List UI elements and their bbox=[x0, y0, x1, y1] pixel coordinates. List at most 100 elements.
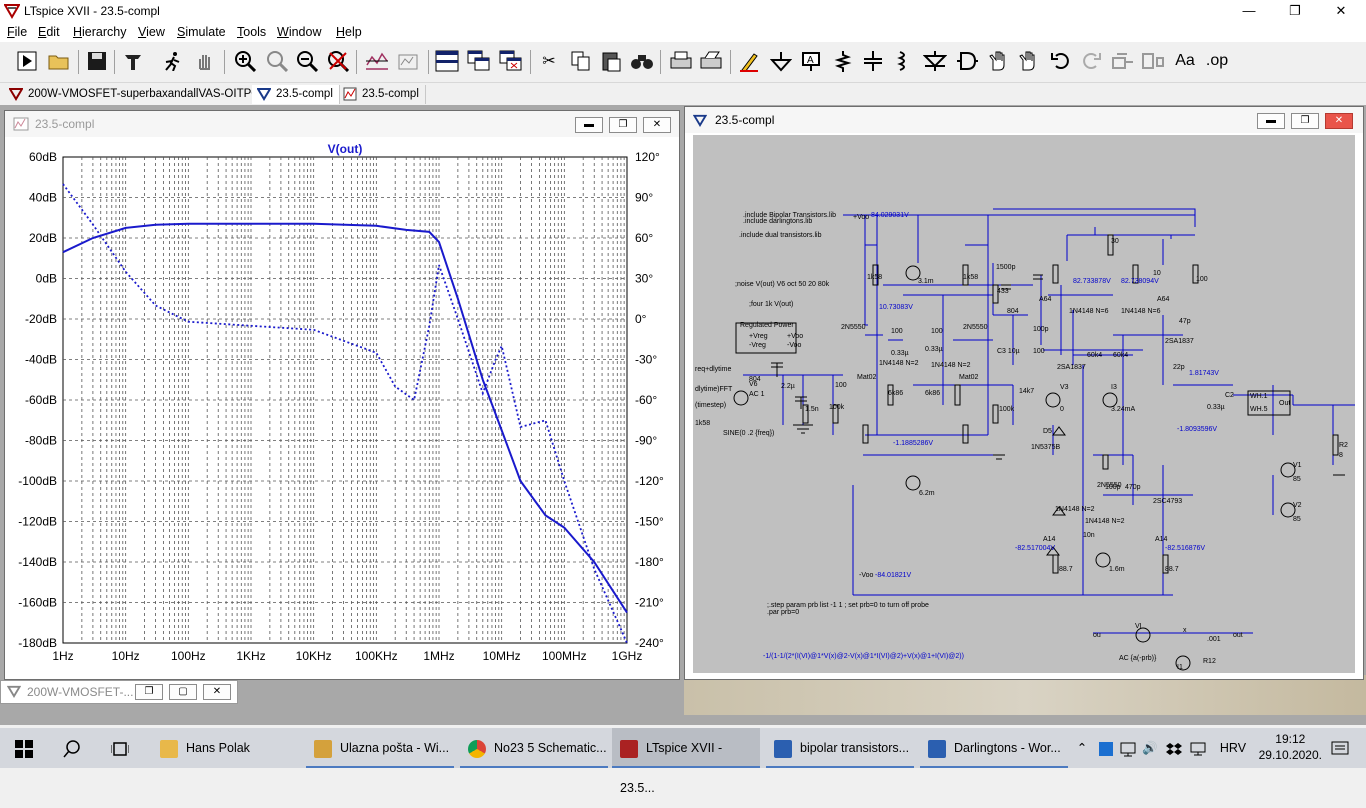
window-minimize-button[interactable]: ▬ bbox=[1257, 113, 1285, 129]
volume-icon[interactable]: 🔊 bbox=[1140, 728, 1160, 768]
show-hidden-icons-button[interactable]: ⌃ bbox=[1072, 728, 1092, 768]
tab-label: 200W-VMOSFET-superbaxandallVAS-OITPC bbox=[28, 88, 260, 100]
maximize-button[interactable]: ❐ bbox=[1272, 0, 1318, 22]
waveform-window: 23.5-compl ▬ ❐ ✕ V(out) 60dB 40dB 20dB 0dB -… bbox=[4, 110, 680, 680]
waveform-icon[interactable] bbox=[396, 48, 422, 74]
tab-200w-vmosfet[interactable]: 200W-VMOSFET-superbaxandallVAS-OITPC bbox=[4, 85, 267, 104]
menu-tools[interactable]: Tools bbox=[237, 25, 266, 39]
open-icon[interactable] bbox=[46, 48, 72, 74]
menu-edit[interactable]: Edit bbox=[38, 25, 60, 39]
taskbar-item-explorer[interactable]: Hans Polak bbox=[152, 728, 308, 768]
svg-text:1.81743V: 1.81743V bbox=[1189, 370, 1219, 377]
close-windows-icon[interactable] bbox=[498, 48, 524, 74]
menu-view[interactable]: View bbox=[138, 25, 165, 39]
diode-icon[interactable] bbox=[922, 48, 948, 74]
minimize-button[interactable]: — bbox=[1226, 0, 1272, 22]
cut-icon[interactable]: ✂ bbox=[536, 48, 562, 74]
search-button[interactable] bbox=[48, 728, 96, 768]
display-icon[interactable] bbox=[1188, 728, 1208, 768]
minimized-window[interactable]: 200W-VMOSFET-... ❐ ▢ ✕ bbox=[0, 680, 238, 704]
menu-simulate[interactable]: Simulate bbox=[177, 25, 226, 39]
zoom-pan-icon[interactable] bbox=[264, 48, 290, 74]
network-icon[interactable] bbox=[1118, 728, 1138, 768]
taskbar-item-word-2[interactable]: Darlingtons - Wor... bbox=[920, 728, 1068, 768]
language-indicator[interactable]: HRV bbox=[1218, 728, 1248, 768]
svg-text:;four 1k V(out): ;four 1k V(out) bbox=[749, 301, 793, 308]
halt-hand-icon[interactable] bbox=[192, 48, 218, 74]
print-icon[interactable] bbox=[668, 48, 694, 74]
window-maximize-button[interactable]: ▢ bbox=[169, 684, 197, 700]
notifications-button[interactable] bbox=[1320, 728, 1360, 768]
y-left-tick-label: -160dB bbox=[18, 596, 57, 610]
ground-icon[interactable] bbox=[768, 48, 794, 74]
menu-hierarchy[interactable]: Hierarchy bbox=[73, 25, 127, 39]
taskbar-item-chrome[interactable]: No23 5 Schematic... bbox=[460, 728, 608, 768]
cascade-icon[interactable] bbox=[466, 48, 492, 74]
find-icon[interactable] bbox=[629, 48, 655, 74]
autorange-icon[interactable] bbox=[364, 48, 390, 74]
drag-icon[interactable] bbox=[1016, 48, 1042, 74]
window-restore-button[interactable]: ❐ bbox=[609, 117, 637, 133]
close-button[interactable]: ✕ bbox=[1318, 0, 1364, 22]
svg-text:470p: 470p bbox=[1125, 484, 1141, 491]
schematic-canvas[interactable]: .include Bipolar Transistors.lib .includ… bbox=[693, 135, 1355, 673]
schematic-labels: .include Bipolar Transistors.lib .includ… bbox=[695, 212, 1348, 671]
svg-text:6k86: 6k86 bbox=[888, 390, 903, 397]
window-restore-button[interactable]: ❐ bbox=[135, 684, 163, 700]
spice-directive-icon[interactable]: .op bbox=[1204, 48, 1230, 74]
move-icon[interactable] bbox=[986, 48, 1012, 74]
component-icon[interactable] bbox=[954, 48, 980, 74]
dropbox-icon[interactable] bbox=[1164, 728, 1184, 768]
svg-text:Mat02: Mat02 bbox=[857, 374, 877, 381]
label-icon[interactable]: A bbox=[798, 48, 824, 74]
control-panel-icon[interactable] bbox=[120, 48, 146, 74]
series-group bbox=[62, 183, 628, 644]
inductor-icon[interactable] bbox=[890, 48, 916, 74]
save-icon[interactable] bbox=[84, 48, 110, 74]
redo-icon[interactable] bbox=[1078, 48, 1104, 74]
text-icon[interactable]: Aa bbox=[1172, 48, 1198, 74]
rotate-icon[interactable] bbox=[1110, 48, 1136, 74]
plot-area[interactable]: V(out) 60dB 40dB 20dB 0dB -20dB -40dB -60dB -80… bbox=[5, 137, 679, 679]
clock-date: 29.10.2020. bbox=[1258, 748, 1322, 762]
zoom-in-icon[interactable] bbox=[232, 48, 258, 74]
capacitor-icon[interactable] bbox=[860, 48, 886, 74]
print-setup-icon[interactable] bbox=[698, 48, 724, 74]
window-minimize-button[interactable]: ▬ bbox=[575, 117, 603, 133]
taskbar-item-ltspice[interactable]: LTspice XVII - 23.5... bbox=[612, 728, 760, 795]
window-close-button[interactable]: ✕ bbox=[203, 684, 231, 700]
svg-text:-1/(1-1/(2*(I(VI)@1*V(x)@2-V(x: -1/(1-1/(2*(I(VI)@1*V(x)@2-V(x)@1*I(VI)@… bbox=[763, 653, 964, 660]
tab-23-5-compl-waveform[interactable]: 23.5-compl bbox=[338, 85, 426, 104]
taskbar-item-label: Hans Polak bbox=[186, 741, 250, 755]
undo-icon[interactable] bbox=[1048, 48, 1074, 74]
schematic-drawing[interactable]: .include Bipolar Transistors.lib .includ… bbox=[693, 135, 1355, 673]
search-icon bbox=[63, 739, 80, 758]
clock[interactable]: 19:12 29.10.2020. bbox=[1259, 731, 1322, 763]
task-view-button[interactable] bbox=[96, 728, 144, 768]
paste-icon[interactable] bbox=[598, 48, 624, 74]
taskbar-item-word-1[interactable]: bipolar transistors... bbox=[766, 728, 914, 768]
tile-icon[interactable] bbox=[434, 48, 460, 74]
wire-icon[interactable] bbox=[736, 48, 762, 74]
run-icon[interactable] bbox=[14, 48, 40, 74]
menu-file[interactable]: File bbox=[7, 25, 27, 39]
window-restore-button[interactable]: ❐ bbox=[1291, 113, 1319, 129]
tab-23-5-compl-schematic[interactable]: 23.5-compl bbox=[252, 85, 340, 104]
taskbar-item-mail[interactable]: Ulazna pošta - Wi... bbox=[306, 728, 454, 768]
bode-plot[interactable]: V(out) 60dB 40dB 20dB 0dB -20dB -40dB -60dB -80… bbox=[5, 137, 679, 679]
run-man-icon[interactable] bbox=[160, 48, 186, 74]
resistor-icon[interactable] bbox=[830, 48, 856, 74]
window-close-button[interactable]: ✕ bbox=[643, 117, 671, 133]
y-left-tick-label: -100dB bbox=[18, 474, 57, 488]
mirror-icon[interactable] bbox=[1140, 48, 1166, 74]
zoom-cancel-icon[interactable] bbox=[325, 48, 351, 74]
copy-icon[interactable] bbox=[568, 48, 594, 74]
menu-window[interactable]: Window bbox=[277, 25, 321, 39]
schematic-wires bbox=[743, 208, 1355, 634]
start-button[interactable] bbox=[0, 728, 48, 768]
window-close-button[interactable]: ✕ bbox=[1325, 113, 1353, 129]
svg-text:1N4148 N=6: 1N4148 N=6 bbox=[1069, 308, 1109, 315]
security-tray-icon[interactable] bbox=[1096, 728, 1116, 768]
menu-help[interactable]: Help bbox=[336, 25, 362, 39]
zoom-out-icon[interactable] bbox=[294, 48, 320, 74]
